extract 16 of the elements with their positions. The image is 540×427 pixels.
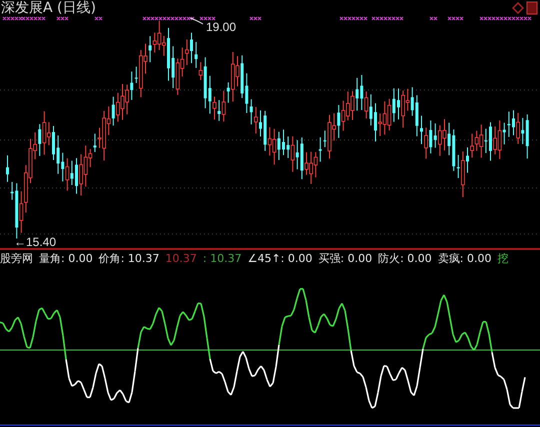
indicator-value: 价角: 10.37 (98, 252, 160, 266)
indicator-value: : 10.37 (202, 252, 242, 266)
indicator-name: 股旁网 (0, 252, 33, 266)
window-icon[interactable] (526, 1, 538, 15)
high-price-label: 19.00 (206, 20, 236, 34)
indicator-value: 量角: 0.00 (39, 252, 93, 266)
low-price-label: ←15.40 (14, 235, 56, 249)
indicator-value: 10.37 (165, 252, 197, 266)
leader-line (190, 18, 204, 24)
indicator-value: 卖疯: 0.00 (438, 252, 492, 266)
indicator-value: ∠45↑: 0.00 (248, 252, 312, 266)
chart-title: 深发展A (日线) (0, 0, 96, 16)
indicator-value: 挖 (498, 252, 508, 266)
diamond-icon[interactable] (512, 2, 524, 14)
indicator-value: 买强: 0.00 (318, 252, 372, 266)
indicator-value: 防火: 0.00 (378, 252, 432, 266)
